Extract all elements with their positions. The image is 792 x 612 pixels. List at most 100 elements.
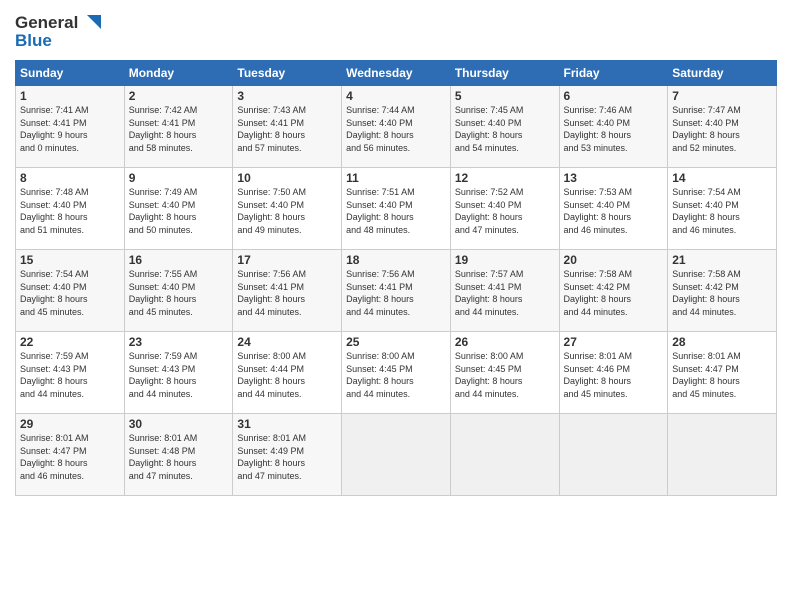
day-info: Sunrise: 8:01 AMSunset: 4:47 PMDaylight:… xyxy=(20,432,120,482)
day-number: 31 xyxy=(237,417,337,431)
calendar-cell: 28Sunrise: 8:01 AMSunset: 4:47 PMDayligh… xyxy=(668,332,777,414)
calendar-cell: 29Sunrise: 8:01 AMSunset: 4:47 PMDayligh… xyxy=(16,414,125,496)
day-number: 17 xyxy=(237,253,337,267)
day-number: 4 xyxy=(346,89,446,103)
svg-text:General: General xyxy=(15,13,78,32)
calendar-cell: 24Sunrise: 8:00 AMSunset: 4:44 PMDayligh… xyxy=(233,332,342,414)
day-number: 23 xyxy=(129,335,229,349)
day-info: Sunrise: 8:00 AMSunset: 4:44 PMDaylight:… xyxy=(237,350,337,400)
calendar-week-row: 29Sunrise: 8:01 AMSunset: 4:47 PMDayligh… xyxy=(16,414,777,496)
day-info: Sunrise: 7:48 AMSunset: 4:40 PMDaylight:… xyxy=(20,186,120,236)
calendar-cell: 26Sunrise: 8:00 AMSunset: 4:45 PMDayligh… xyxy=(450,332,559,414)
day-number: 26 xyxy=(455,335,555,349)
day-number: 7 xyxy=(672,89,772,103)
calendar-cell: 16Sunrise: 7:55 AMSunset: 4:40 PMDayligh… xyxy=(124,250,233,332)
calendar-cell: 1Sunrise: 7:41 AMSunset: 4:41 PMDaylight… xyxy=(16,86,125,168)
weekday-header-monday: Monday xyxy=(124,61,233,86)
day-number: 12 xyxy=(455,171,555,185)
day-info: Sunrise: 7:55 AMSunset: 4:40 PMDaylight:… xyxy=(129,268,229,318)
day-number: 20 xyxy=(564,253,664,267)
calendar-week-row: 22Sunrise: 7:59 AMSunset: 4:43 PMDayligh… xyxy=(16,332,777,414)
calendar-cell xyxy=(450,414,559,496)
day-number: 14 xyxy=(672,171,772,185)
day-number: 18 xyxy=(346,253,446,267)
day-number: 6 xyxy=(564,89,664,103)
day-info: Sunrise: 8:01 AMSunset: 4:49 PMDaylight:… xyxy=(237,432,337,482)
day-number: 11 xyxy=(346,171,446,185)
day-info: Sunrise: 8:01 AMSunset: 4:48 PMDaylight:… xyxy=(129,432,229,482)
calendar-cell: 14Sunrise: 7:54 AMSunset: 4:40 PMDayligh… xyxy=(668,168,777,250)
calendar-week-row: 15Sunrise: 7:54 AMSunset: 4:40 PMDayligh… xyxy=(16,250,777,332)
calendar-cell: 31Sunrise: 8:01 AMSunset: 4:49 PMDayligh… xyxy=(233,414,342,496)
weekday-header-tuesday: Tuesday xyxy=(233,61,342,86)
calendar-week-row: 1Sunrise: 7:41 AMSunset: 4:41 PMDaylight… xyxy=(16,86,777,168)
day-info: Sunrise: 7:56 AMSunset: 4:41 PMDaylight:… xyxy=(237,268,337,318)
day-number: 1 xyxy=(20,89,120,103)
day-info: Sunrise: 8:00 AMSunset: 4:45 PMDaylight:… xyxy=(455,350,555,400)
logo-svg: GeneralBlue xyxy=(15,10,105,52)
calendar-cell: 18Sunrise: 7:56 AMSunset: 4:41 PMDayligh… xyxy=(342,250,451,332)
weekday-header-row: SundayMondayTuesdayWednesdayThursdayFrid… xyxy=(16,61,777,86)
day-info: Sunrise: 7:44 AMSunset: 4:40 PMDaylight:… xyxy=(346,104,446,154)
calendar-cell: 4Sunrise: 7:44 AMSunset: 4:40 PMDaylight… xyxy=(342,86,451,168)
day-info: Sunrise: 7:42 AMSunset: 4:41 PMDaylight:… xyxy=(129,104,229,154)
day-number: 21 xyxy=(672,253,772,267)
day-number: 9 xyxy=(129,171,229,185)
day-info: Sunrise: 7:56 AMSunset: 4:41 PMDaylight:… xyxy=(346,268,446,318)
calendar-cell: 13Sunrise: 7:53 AMSunset: 4:40 PMDayligh… xyxy=(559,168,668,250)
day-info: Sunrise: 7:58 AMSunset: 4:42 PMDaylight:… xyxy=(672,268,772,318)
calendar-cell: 23Sunrise: 7:59 AMSunset: 4:43 PMDayligh… xyxy=(124,332,233,414)
logo: GeneralBlue xyxy=(15,10,105,52)
calendar-cell: 19Sunrise: 7:57 AMSunset: 4:41 PMDayligh… xyxy=(450,250,559,332)
calendar-cell: 22Sunrise: 7:59 AMSunset: 4:43 PMDayligh… xyxy=(16,332,125,414)
day-info: Sunrise: 7:59 AMSunset: 4:43 PMDaylight:… xyxy=(20,350,120,400)
calendar-cell: 11Sunrise: 7:51 AMSunset: 4:40 PMDayligh… xyxy=(342,168,451,250)
day-info: Sunrise: 7:43 AMSunset: 4:41 PMDaylight:… xyxy=(237,104,337,154)
day-number: 30 xyxy=(129,417,229,431)
day-info: Sunrise: 7:58 AMSunset: 4:42 PMDaylight:… xyxy=(564,268,664,318)
calendar-cell: 9Sunrise: 7:49 AMSunset: 4:40 PMDaylight… xyxy=(124,168,233,250)
calendar-header: GeneralBlue xyxy=(15,10,777,52)
calendar-container: GeneralBlue SundayMondayTuesdayWednesday… xyxy=(0,0,792,612)
calendar-cell: 27Sunrise: 8:01 AMSunset: 4:46 PMDayligh… xyxy=(559,332,668,414)
day-number: 10 xyxy=(237,171,337,185)
weekday-header-thursday: Thursday xyxy=(450,61,559,86)
calendar-cell: 8Sunrise: 7:48 AMSunset: 4:40 PMDaylight… xyxy=(16,168,125,250)
day-info: Sunrise: 7:54 AMSunset: 4:40 PMDaylight:… xyxy=(20,268,120,318)
day-info: Sunrise: 8:01 AMSunset: 4:47 PMDaylight:… xyxy=(672,350,772,400)
calendar-cell xyxy=(342,414,451,496)
calendar-cell: 7Sunrise: 7:47 AMSunset: 4:40 PMDaylight… xyxy=(668,86,777,168)
day-number: 19 xyxy=(455,253,555,267)
day-number: 13 xyxy=(564,171,664,185)
day-number: 29 xyxy=(20,417,120,431)
calendar-table: SundayMondayTuesdayWednesdayThursdayFrid… xyxy=(15,60,777,496)
day-number: 22 xyxy=(20,335,120,349)
day-info: Sunrise: 7:50 AMSunset: 4:40 PMDaylight:… xyxy=(237,186,337,236)
day-info: Sunrise: 7:57 AMSunset: 4:41 PMDaylight:… xyxy=(455,268,555,318)
day-info: Sunrise: 7:52 AMSunset: 4:40 PMDaylight:… xyxy=(455,186,555,236)
calendar-cell: 20Sunrise: 7:58 AMSunset: 4:42 PMDayligh… xyxy=(559,250,668,332)
weekday-header-sunday: Sunday xyxy=(16,61,125,86)
day-number: 3 xyxy=(237,89,337,103)
day-number: 5 xyxy=(455,89,555,103)
calendar-cell: 3Sunrise: 7:43 AMSunset: 4:41 PMDaylight… xyxy=(233,86,342,168)
day-info: Sunrise: 7:53 AMSunset: 4:40 PMDaylight:… xyxy=(564,186,664,236)
day-info: Sunrise: 8:01 AMSunset: 4:46 PMDaylight:… xyxy=(564,350,664,400)
day-info: Sunrise: 7:41 AMSunset: 4:41 PMDaylight:… xyxy=(20,104,120,154)
day-info: Sunrise: 8:00 AMSunset: 4:45 PMDaylight:… xyxy=(346,350,446,400)
day-number: 28 xyxy=(672,335,772,349)
calendar-cell: 21Sunrise: 7:58 AMSunset: 4:42 PMDayligh… xyxy=(668,250,777,332)
calendar-cell: 25Sunrise: 8:00 AMSunset: 4:45 PMDayligh… xyxy=(342,332,451,414)
day-info: Sunrise: 7:47 AMSunset: 4:40 PMDaylight:… xyxy=(672,104,772,154)
day-info: Sunrise: 7:54 AMSunset: 4:40 PMDaylight:… xyxy=(672,186,772,236)
calendar-cell xyxy=(559,414,668,496)
weekday-header-wednesday: Wednesday xyxy=(342,61,451,86)
day-info: Sunrise: 7:49 AMSunset: 4:40 PMDaylight:… xyxy=(129,186,229,236)
day-number: 24 xyxy=(237,335,337,349)
calendar-cell: 6Sunrise: 7:46 AMSunset: 4:40 PMDaylight… xyxy=(559,86,668,168)
day-info: Sunrise: 7:46 AMSunset: 4:40 PMDaylight:… xyxy=(564,104,664,154)
day-number: 25 xyxy=(346,335,446,349)
day-info: Sunrise: 7:59 AMSunset: 4:43 PMDaylight:… xyxy=(129,350,229,400)
day-number: 27 xyxy=(564,335,664,349)
calendar-cell: 2Sunrise: 7:42 AMSunset: 4:41 PMDaylight… xyxy=(124,86,233,168)
